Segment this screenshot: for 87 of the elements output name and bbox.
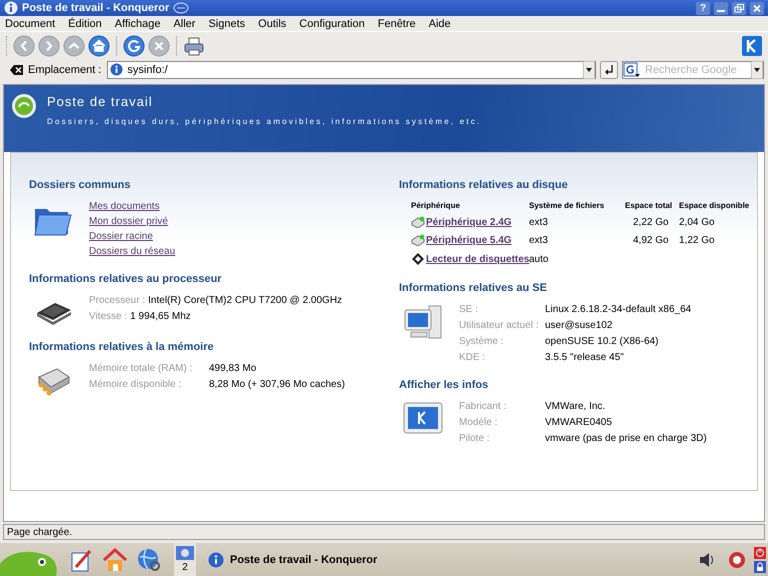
- close-icon[interactable]: [750, 2, 764, 14]
- location-field[interactable]: sysinfo:/: [107, 60, 596, 78]
- folder-link[interactable]: Mes documents: [89, 201, 176, 212]
- home-icon[interactable]: [88, 34, 110, 56]
- column-header: Espace total: [625, 201, 674, 210]
- lock-icon[interactable]: [754, 560, 766, 572]
- dropdown-icon: [751, 60, 763, 78]
- info-label: Mémoire disponible :: [89, 379, 182, 390]
- menu-item[interactable]: Affichage: [114, 18, 160, 30]
- folder-link[interactable]: Mon dossier privé: [89, 216, 176, 227]
- section-heading: Informations relatives au SE: [399, 282, 548, 294]
- info-value: VMWARE0405: [545, 417, 613, 428]
- speaker-icon[interactable]: [698, 550, 716, 568]
- device-link[interactable]: Lecteur de disquettes: [426, 254, 530, 264]
- menu-item[interactable]: Outils: [258, 18, 286, 30]
- info-icon: [208, 552, 224, 568]
- device-link[interactable]: Périphérique 2.4G: [426, 216, 512, 228]
- table-cell-text: auto: [529, 254, 550, 264]
- info-icon: [110, 63, 124, 76]
- section-heading: Informations relatives au disque: [399, 179, 569, 191]
- column-header: Périphérique: [411, 201, 461, 210]
- info-value: 1 994,65 Mhz: [130, 311, 191, 322]
- menu-item[interactable]: Configuration: [299, 18, 365, 30]
- clear-field-icon[interactable]: [10, 64, 24, 76]
- column-header: Système de fichiers: [529, 201, 606, 210]
- table-cell-text: 4,92 Go: [632, 234, 670, 246]
- dropdown-icon: [583, 60, 595, 78]
- page-subtitle: Dossiers, disques durs, périphériques amovibles, informations système, etc.: [47, 117, 482, 126]
- go-icon[interactable]: [600, 60, 618, 78]
- folder-link[interactable]: Dossiers du réseau: [89, 246, 176, 257]
- home-icon[interactable]: [102, 546, 128, 572]
- info-value: 8,28 Mo (+ 307,96 Mo caches): [209, 379, 345, 390]
- section-heading: Dossiers communs: [29, 179, 132, 191]
- table-cell-text: ext3: [529, 216, 549, 228]
- reload-icon[interactable]: [123, 34, 145, 56]
- info-value: 3.5.5 "release 45": [545, 352, 625, 363]
- desktop-number[interactable]: 2: [182, 562, 188, 573]
- table-cell-text: ext3: [529, 234, 549, 246]
- table-cell-text: 2,22 Go: [632, 216, 670, 228]
- info-value: openSUSE 10.2 (X86-64): [545, 336, 660, 347]
- menu-item[interactable]: Signets: [208, 18, 246, 30]
- help-button[interactable]: ?: [696, 2, 710, 14]
- info-label: Système :: [459, 336, 504, 347]
- menu-item[interactable]: Édition: [68, 18, 102, 30]
- info-label: Utilisateur actuel :: [459, 320, 540, 331]
- menu-item[interactable]: Aide: [428, 18, 451, 30]
- task-button[interactable]: Poste de travail - Konqueror: [200, 544, 386, 574]
- section-heading: Informations relatives à la mémoire: [29, 341, 215, 353]
- menu-item[interactable]: Document: [5, 18, 56, 30]
- folder-link[interactable]: Dossier racine: [89, 231, 176, 242]
- info-value: Linux 2.6.18.2-34-default x86_64: [545, 304, 692, 315]
- minimize-icon[interactable]: [714, 2, 728, 14]
- info-label: KDE :: [459, 352, 486, 363]
- table-cell-text: 1,22 Go: [679, 234, 716, 246]
- info-label: Vitesse :: [89, 311, 128, 322]
- status-text: Page chargée.: [7, 526, 72, 538]
- globe-icon[interactable]: [136, 546, 162, 572]
- info-label: SE :: [459, 304, 479, 315]
- info-label: Mémoire totale (RAM) :: [89, 363, 194, 374]
- info-value: vmware (pas de prise en charge 3D): [545, 433, 707, 444]
- column-header: Espace disponible: [679, 201, 750, 210]
- section-heading: Afficher les infos: [399, 379, 490, 391]
- table-cell-text: 2,04 Go: [679, 216, 716, 228]
- location-label: Emplacement :: [28, 64, 102, 76]
- printer-icon[interactable]: [183, 34, 205, 56]
- info-label: Processeur :: [89, 295, 146, 306]
- restore-icon[interactable]: [732, 2, 746, 14]
- info-value: VMWare, Inc.: [545, 401, 606, 412]
- suse-logo-icon: [11, 93, 37, 119]
- k-logo-icon: [742, 36, 762, 56]
- device-link[interactable]: Périphérique 5.4G: [426, 234, 512, 246]
- power-icon[interactable]: [754, 546, 766, 558]
- info-value: 499,83 Mo: [209, 363, 258, 374]
- search-field[interactable]: Recherche Google: [622, 60, 764, 78]
- info-label: Fabricant :: [459, 401, 508, 412]
- menu-item[interactable]: Aller: [173, 18, 196, 30]
- info-icon: [4, 1, 18, 15]
- search-engine-icon: [623, 62, 641, 78]
- info-label: Modèle :: [459, 417, 498, 428]
- window-title: Poste de travail - Konqueror: [22, 2, 170, 14]
- menu-item[interactable]: Fenêtre: [378, 18, 416, 30]
- desktop-thumbnail-icon: [176, 546, 194, 560]
- info-value: user@suse102: [545, 320, 614, 331]
- page-title: Poste de travail: [47, 94, 154, 109]
- section-heading: Informations relatives au processeur: [29, 273, 223, 285]
- info-label: Pilote :: [459, 433, 491, 444]
- info-value: Intel(R) Core(TM)2 CPU T7200 @ 2.00GHz: [148, 295, 342, 306]
